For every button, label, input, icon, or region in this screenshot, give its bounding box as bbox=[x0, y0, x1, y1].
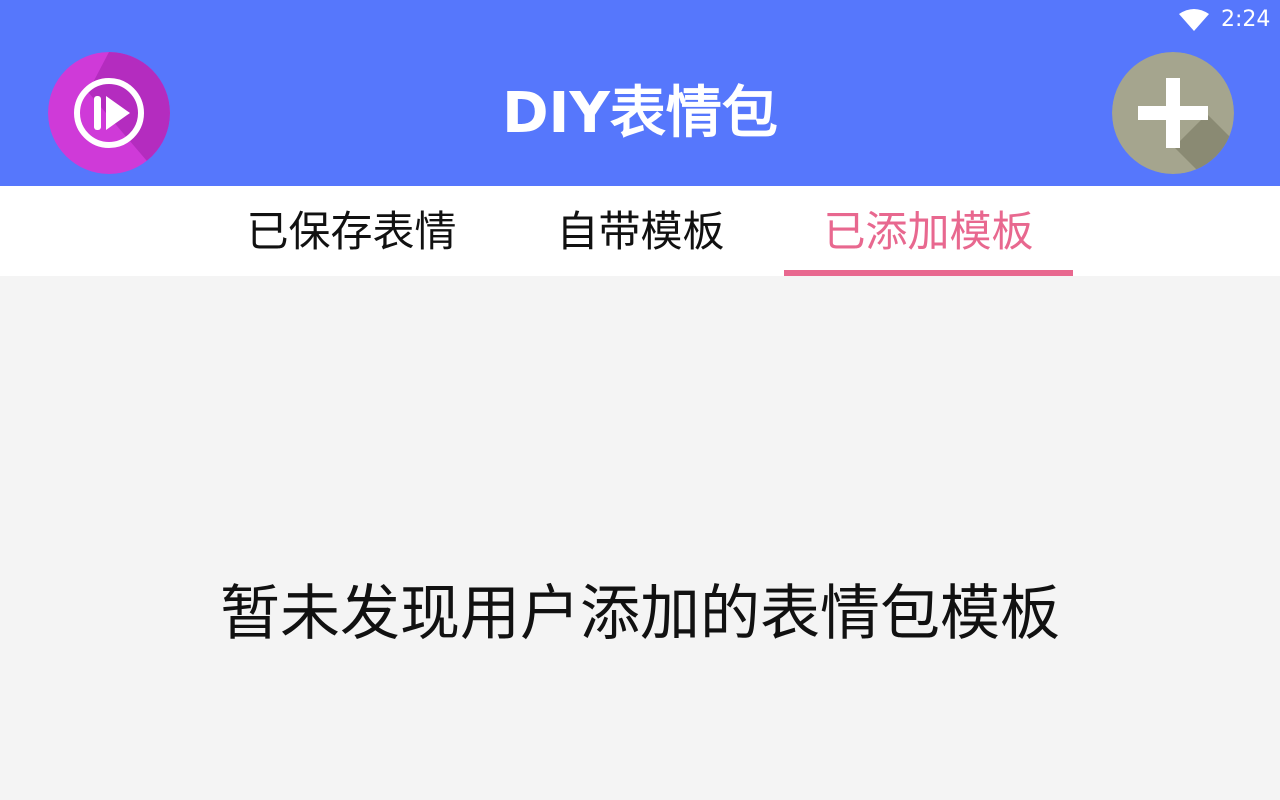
play-button[interactable] bbox=[48, 52, 170, 174]
plus-icon bbox=[1112, 52, 1234, 174]
tab-added-templates[interactable]: 已添加模板 bbox=[784, 186, 1073, 276]
tab-indicator bbox=[784, 270, 1073, 276]
tab-label: 自带模板 bbox=[556, 207, 725, 256]
status-time: 2:24 bbox=[1221, 7, 1271, 32]
play-circle-icon bbox=[48, 52, 170, 174]
app-bar: 2:24 DIY表情包 bbox=[0, 0, 1280, 186]
app-screen: 2:24 DIY表情包 已保存表情 自带模板 已添加模板 暂未发现用户添加的表情… bbox=[0, 0, 1280, 800]
app-title: DIY表情包 bbox=[502, 81, 778, 146]
tab-saved-emoji[interactable]: 已保存表情 bbox=[207, 186, 496, 276]
empty-state-message: 暂未发现用户添加的表情包模板 bbox=[220, 579, 1060, 649]
wifi-icon bbox=[1179, 9, 1209, 31]
tab-label: 已保存表情 bbox=[246, 207, 457, 256]
tab-label: 已添加模板 bbox=[823, 207, 1034, 256]
tab-bar: 已保存表情 自带模板 已添加模板 bbox=[0, 186, 1280, 276]
add-button[interactable] bbox=[1112, 52, 1234, 174]
tab-builtin-templates[interactable]: 自带模板 bbox=[496, 186, 785, 276]
